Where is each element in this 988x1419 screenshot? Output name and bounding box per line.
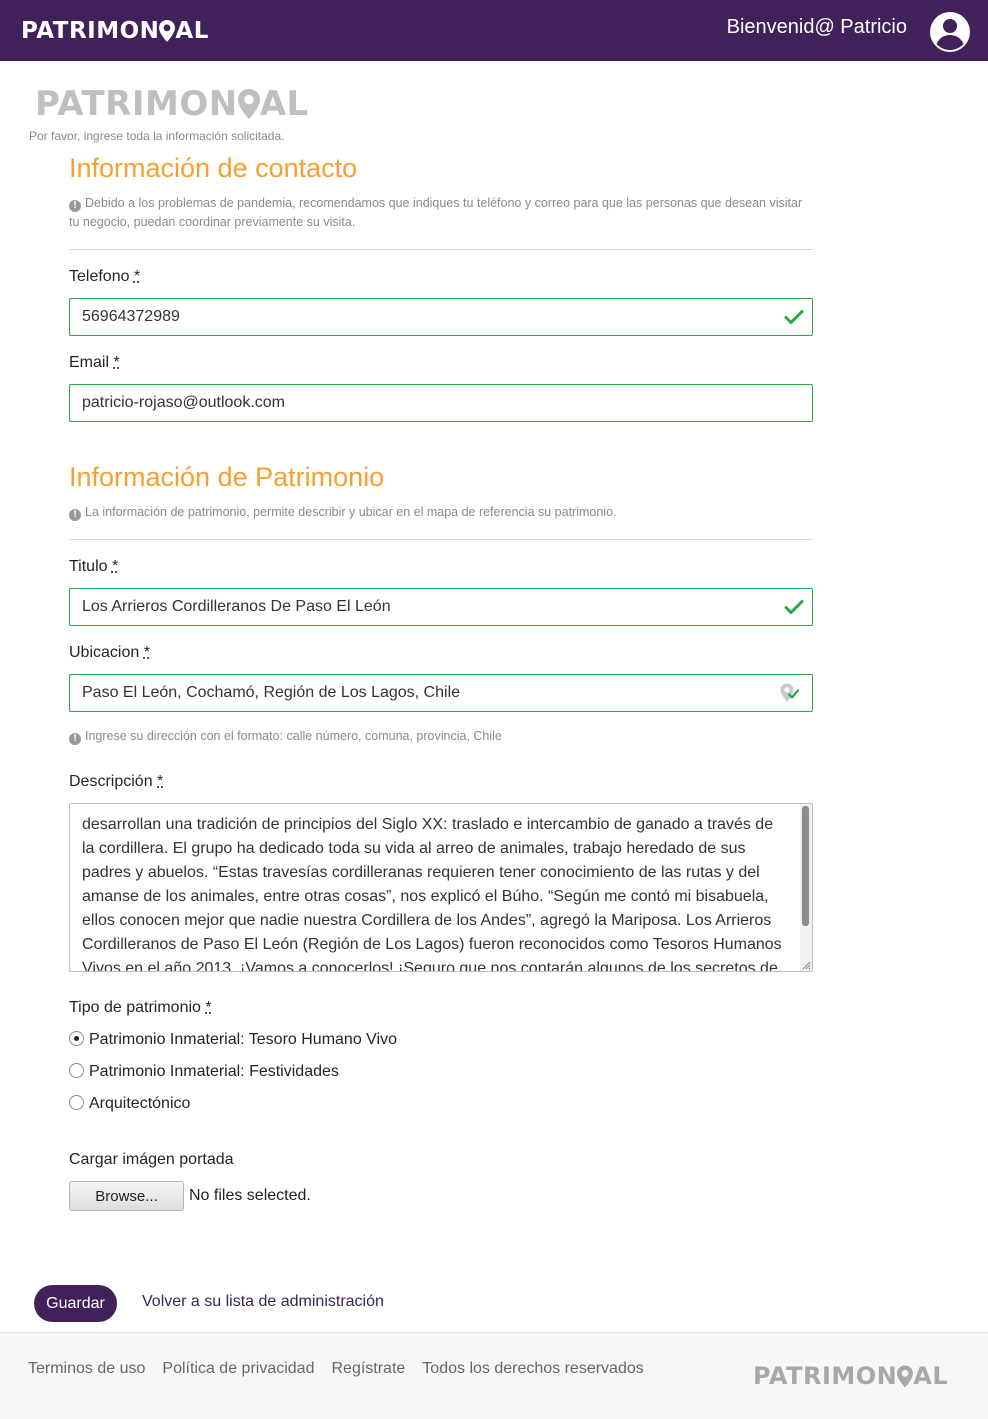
check-icon bbox=[784, 310, 804, 324]
contact-hint: ! Debido a los problemas de pandemia, rec… bbox=[69, 194, 813, 232]
contact-section-title: Información de contacto bbox=[69, 153, 358, 183]
location-hint: ! Ingrese su dirección con el formato: ca… bbox=[69, 727, 813, 746]
divider bbox=[69, 249, 813, 250]
radio-option-arquitectonico[interactable]: Arquitectónico bbox=[69, 1093, 190, 1115]
browse-button[interactable]: Browse... bbox=[69, 1181, 184, 1211]
phone-input[interactable] bbox=[69, 298, 813, 336]
footer-logo: PATRIMON AL bbox=[753, 1362, 949, 1390]
logo-pin-icon bbox=[897, 1365, 914, 1387]
heritage-section-title: Información de Patrimonio bbox=[69, 462, 385, 492]
brand-logo[interactable]: PATRIMON AL bbox=[21, 15, 209, 47]
footer-links: Terminos de uso Política de privacidad R… bbox=[28, 1360, 644, 1378]
footer-link-register[interactable]: Regístrate bbox=[331, 1360, 405, 1378]
title-input[interactable] bbox=[69, 588, 813, 626]
phone-label: Telefono * bbox=[69, 268, 141, 285]
footer-link-terms[interactable]: Terminos de uso bbox=[28, 1360, 145, 1378]
user-circle-icon[interactable] bbox=[929, 11, 971, 53]
cover-image-label: Cargar imágen portada bbox=[69, 1151, 234, 1168]
scroll-thumb[interactable] bbox=[802, 806, 809, 926]
footer: Terminos de uso Política de privacidad R… bbox=[0, 1332, 988, 1419]
divider bbox=[69, 539, 813, 540]
radio-button[interactable] bbox=[69, 1030, 84, 1046]
radio-button[interactable] bbox=[69, 1062, 84, 1078]
welcome-text: Bienvenid@ Patricio bbox=[726, 16, 907, 38]
footer-link-privacy[interactable]: Política de privacidad bbox=[162, 1360, 314, 1378]
email-label: Email * bbox=[69, 354, 120, 371]
resize-grip-icon[interactable] bbox=[801, 960, 811, 970]
logo-pin-icon bbox=[237, 88, 260, 120]
heritage-hint: ! La información de patrimonio, permite d… bbox=[69, 503, 813, 522]
check-icon bbox=[784, 600, 804, 614]
description-scrollbar[interactable] bbox=[800, 804, 812, 971]
location-label: Ubicacion * bbox=[69, 644, 150, 661]
description-textarea[interactable]: desarrollan una tradición de principios … bbox=[69, 803, 813, 972]
intro-text: Por favor, ingrese toda la información s… bbox=[29, 129, 285, 143]
title-label: Titulo * bbox=[69, 558, 119, 575]
info-icon: ! bbox=[69, 733, 81, 745]
info-icon: ! bbox=[69, 509, 81, 521]
radio-option-tesoro[interactable]: Patrimonio Inmaterial: Tesoro Humano Viv… bbox=[69, 1029, 397, 1051]
heritage-hint-text: La información de patrimonio, permite de… bbox=[85, 505, 617, 519]
email-input[interactable] bbox=[69, 384, 813, 422]
save-button[interactable]: Guardar bbox=[34, 1285, 117, 1322]
location-hint-text: Ingrese su dirección con el formato: cal… bbox=[85, 729, 502, 743]
radio-option-festividades[interactable]: Patrimonio Inmaterial: Festividades bbox=[69, 1061, 339, 1083]
map-pin-icon[interactable] bbox=[779, 683, 799, 703]
footer-link-rights[interactable]: Todos los derechos reservados bbox=[422, 1360, 643, 1378]
contact-hint-text: Debido a los problemas de pandemia, reco… bbox=[69, 196, 803, 229]
file-status-text: No files selected. bbox=[189, 1187, 311, 1204]
info-icon: ! bbox=[69, 200, 81, 212]
location-input[interactable] bbox=[69, 674, 813, 712]
back-to-admin-link[interactable]: Volver a su lista de administración bbox=[142, 1293, 384, 1311]
description-label: Descripción * bbox=[69, 773, 164, 790]
type-label: Tipo de patrimonio * bbox=[69, 999, 212, 1016]
top-navbar: PATRIMON AL Bienvenid@ Patricio bbox=[0, 0, 988, 61]
page-logo: PATRIMON AL bbox=[35, 84, 309, 124]
radio-button[interactable] bbox=[69, 1094, 84, 1110]
logo-pin-icon bbox=[159, 20, 176, 42]
